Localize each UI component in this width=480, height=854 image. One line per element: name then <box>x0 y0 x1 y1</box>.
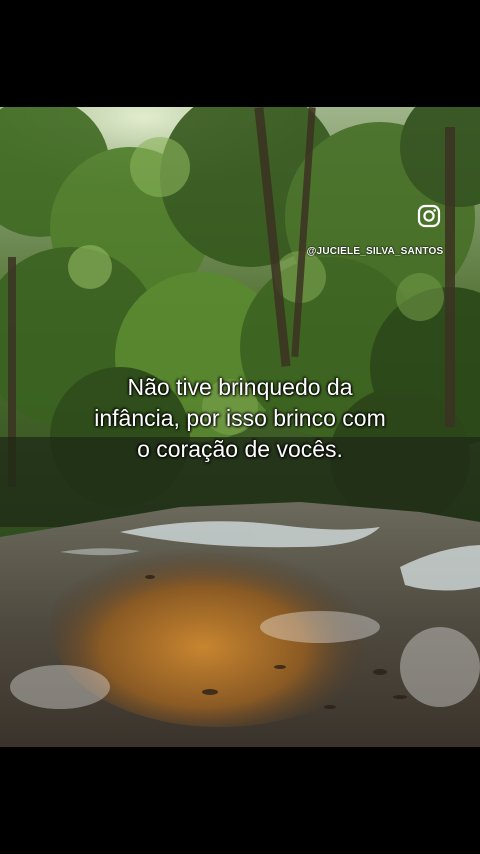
caption-line: Não tive brinquedo da <box>127 374 353 400</box>
instagram-icon <box>417 204 441 228</box>
caption-line: infância, por isso brinco com <box>94 405 386 431</box>
instagram-handle: @JUCIELE_SILVA_SANTOS <box>306 246 444 257</box>
video-frame: @JUCIELE_SILVA_SANTOS Não tive brinquedo… <box>0 0 480 854</box>
caption-line: o coração de vocês. <box>137 436 343 462</box>
video-caption: Não tive brinquedo da infância, por isso… <box>20 372 460 465</box>
